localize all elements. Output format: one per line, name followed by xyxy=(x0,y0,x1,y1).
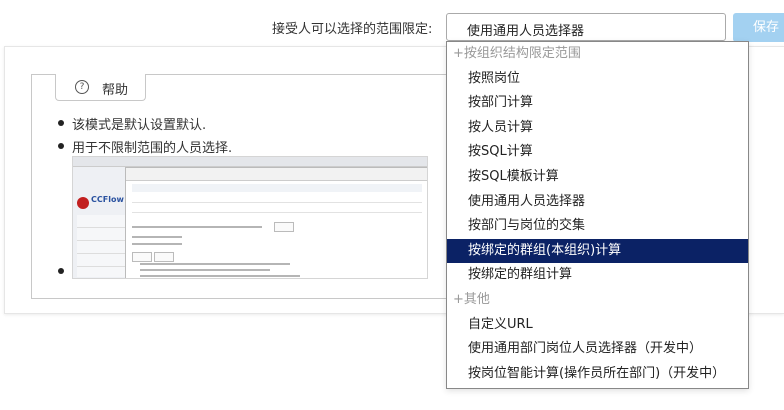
dropdown-option[interactable]: 按照岗位 xyxy=(447,67,748,91)
thumbnail-topbar xyxy=(73,157,427,167)
help-screenshot: CCFlow xyxy=(72,156,428,279)
help-tab-label: 帮助 xyxy=(102,83,129,98)
dropdown-option[interactable]: 按部门与岗位的交集 xyxy=(447,214,748,238)
thumbnail-dialog xyxy=(125,167,427,278)
thumbnail-sidebar xyxy=(77,215,125,277)
help-bullet-text: 用于不限制范围的人员选择. xyxy=(72,141,233,156)
dropdown-option[interactable]: 按绑定的群组计算 xyxy=(447,263,748,287)
dropdown-group-org: +按组织结构限定范围 xyxy=(453,46,581,61)
dropdown-option[interactable]: 自定义URL xyxy=(447,313,748,337)
range-select-dropdown: +按组织结构限定范围 按照岗位 按部门计算 按人员计算 按SQL计算 按SQL模… xyxy=(446,41,749,389)
help-bullet-text: 该模式是默认设置默认. xyxy=(72,118,207,133)
dropdown-option-selected[interactable]: 按绑定的群组(本组织)计算 xyxy=(447,238,748,263)
range-select-value: 使用通用人员选择器 xyxy=(467,24,585,39)
dropdown-option[interactable]: 使用通用部门岗位人员选择器（开发中） xyxy=(447,337,748,361)
bullet-dot xyxy=(58,120,64,126)
thumbnail-logo-icon xyxy=(77,197,89,209)
dropdown-option[interactable]: 使用通用人员选择器 xyxy=(447,190,748,214)
dropdown-option[interactable]: 按部门计算 xyxy=(447,91,748,115)
dropdown-option[interactable]: 按SQL计算 xyxy=(447,140,748,164)
dropdown-option[interactable]: 按SQL模板计算 xyxy=(447,165,748,189)
help-icon: ? xyxy=(75,80,89,94)
range-label: 接受人可以选择的范围限定: xyxy=(272,22,433,37)
dropdown-option[interactable]: 按岗位智能计算(操作员所在部门)（开发中） xyxy=(447,362,748,386)
save-button[interactable]: 保存 xyxy=(733,13,784,42)
dropdown-group-other: +其他 xyxy=(453,292,490,307)
range-select[interactable]: 使用通用人员选择器 xyxy=(446,13,726,41)
help-tab[interactable]: ? 帮助 xyxy=(55,74,146,101)
thumbnail-logo-text: CCFlow xyxy=(91,195,124,204)
bullet-dot xyxy=(58,143,64,149)
dropdown-option[interactable]: 按人员计算 xyxy=(447,116,748,140)
page: 接受人可以选择的范围限定: 使用通用人员选择器 保存 ? 帮助 该模式是默认设置… xyxy=(0,0,784,410)
bullet-dot xyxy=(58,268,64,274)
